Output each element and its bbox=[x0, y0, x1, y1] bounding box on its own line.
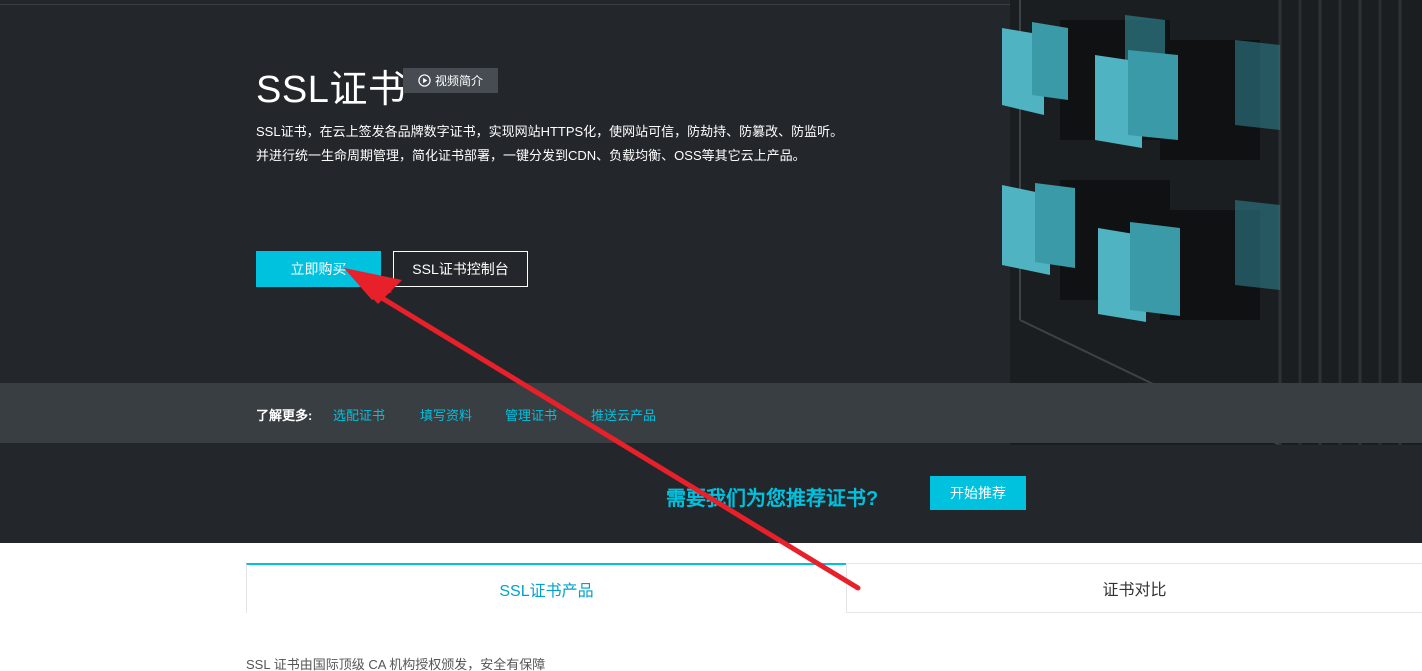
learn-link-push-cloud[interactable]: 推送云产品 bbox=[591, 405, 656, 424]
learn-more-bar: 了解更多: 选配证书 填写资料 管理证书 推送云产品 bbox=[0, 383, 1422, 443]
tab-ssl-products[interactable]: SSL证书产品 bbox=[246, 563, 846, 613]
tab-cert-compare[interactable]: 证书对比 bbox=[846, 563, 1422, 613]
recommend-question: 需要我们为您推荐证书? bbox=[666, 488, 879, 510]
product-tabs: SSL证书产品 证书对比 bbox=[246, 563, 1422, 613]
start-recommend-button[interactable]: 开始推荐 bbox=[930, 476, 1026, 510]
buy-now-button[interactable]: 立即购买 bbox=[256, 251, 381, 287]
cubes-illustration bbox=[1002, 0, 1422, 445]
learn-link-select-cert[interactable]: 选配证书 bbox=[333, 405, 385, 424]
page-title: SSL证书 bbox=[256, 69, 407, 111]
learn-more-label: 了解更多: bbox=[256, 408, 313, 423]
play-circle-icon bbox=[418, 74, 431, 87]
product-description: SSL证书，在云上签发各品牌数字证书，实现网站HTTPS化，使网站可信，防劫持、… bbox=[256, 120, 936, 168]
description-line: SSL证书，在云上签发各品牌数字证书，实现网站HTTPS化，使网站可信，防劫持、… bbox=[256, 124, 844, 139]
learn-link-manage-cert[interactable]: 管理证书 bbox=[505, 405, 557, 424]
video-intro-label: 视频简介 bbox=[434, 74, 483, 88]
video-intro-button[interactable]: 视频简介 bbox=[403, 68, 498, 93]
ssl-console-button[interactable]: SSL证书控制台 bbox=[393, 251, 528, 287]
hero-banner: SSL证书 视频简介 SSL证书，在云上签发各品牌数字证书，实现网站HTTPS化… bbox=[0, 0, 1422, 543]
intro-text: SSL 证书由国际顶级 CA 机构授权颁发，安全有保障 bbox=[246, 657, 546, 671]
learn-link-fill-info[interactable]: 填写资料 bbox=[420, 405, 472, 424]
description-line: 并进行统一生命周期管理，简化证书部署，一键分发到CDN、负载均衡、OSS等其它云… bbox=[256, 148, 806, 163]
